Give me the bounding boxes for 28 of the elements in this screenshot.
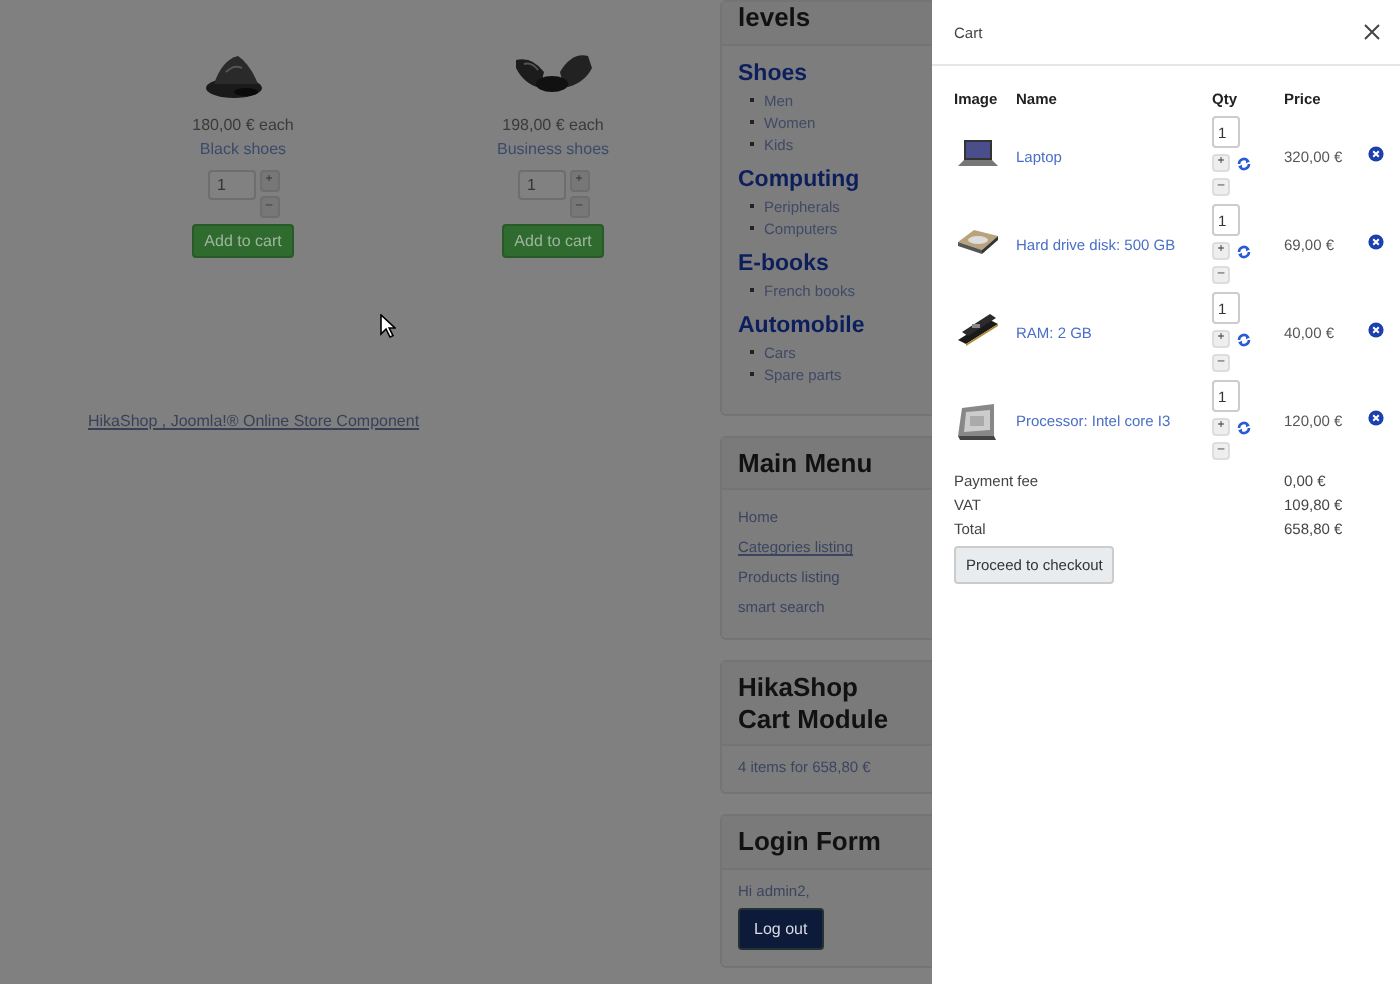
product-price: 180,00 € each [192, 116, 294, 134]
refresh-icon[interactable] [1236, 331, 1252, 347]
category-title[interactable]: Shoes [738, 61, 916, 86]
module-title: Main Menu [722, 437, 932, 491]
product-name[interactable]: Black shoes [199, 140, 287, 158]
quantity-field[interactable]: 1 [207, 170, 255, 200]
product-price: 198,00 € each [502, 116, 604, 134]
remove-icon[interactable] [1368, 410, 1384, 426]
module-title: levels [722, 2, 932, 46]
remove-icon[interactable] [1368, 234, 1384, 250]
category-title[interactable]: Computing [738, 167, 916, 192]
category-title[interactable]: Automobile [738, 313, 916, 338]
refresh-icon[interactable] [1236, 155, 1252, 171]
quantity-field[interactable]: 1 [517, 170, 565, 200]
module-title: HikaShop Cart Module [722, 662, 932, 747]
add-to-cart-button[interactable]: Add to cart [192, 224, 294, 258]
add-to-cart-button[interactable]: Add to cart [502, 224, 604, 258]
refresh-icon[interactable] [1236, 419, 1252, 435]
logout-button[interactable]: Log out [738, 907, 824, 950]
module-title: Login Form [722, 816, 932, 870]
footer-link[interactable]: HikaShop , Joomla!® Online Store Component [88, 412, 420, 430]
cursor-icon [380, 314, 396, 338]
refresh-icon[interactable] [1236, 243, 1252, 259]
remove-icon[interactable] [1368, 322, 1384, 338]
remove-icon[interactable] [1368, 146, 1384, 162]
category-title[interactable]: E-books [738, 251, 916, 276]
product-name[interactable]: Business shoes [496, 140, 610, 158]
close-icon[interactable] [1364, 24, 1380, 40]
